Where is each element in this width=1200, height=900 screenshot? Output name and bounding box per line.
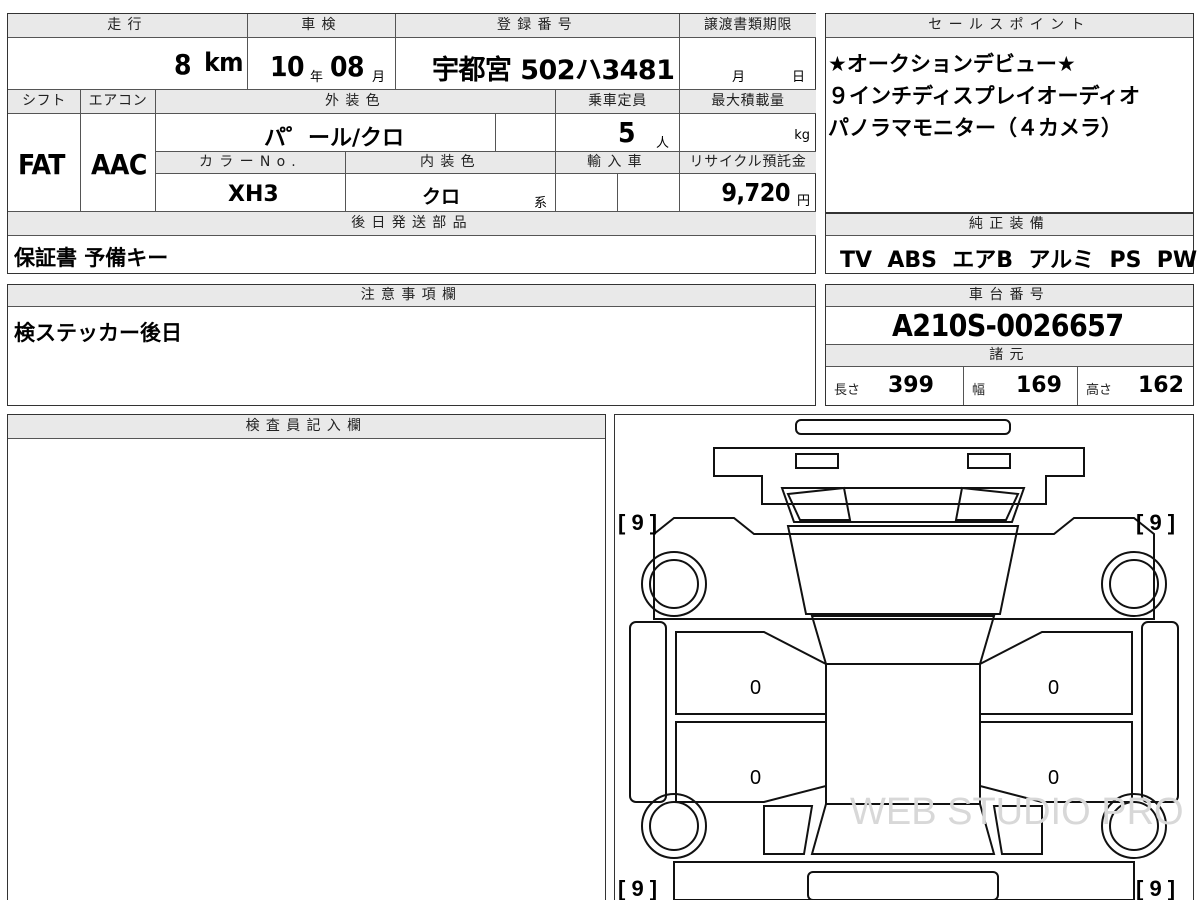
capacity-header: 乗車定員 (556, 90, 680, 114)
transfer-month-unit: 月 (732, 70, 746, 85)
equipment-box: 純正装備 TV ABS エアB アルミ PS PW (825, 213, 1198, 274)
recycle-value: 9,720 (721, 178, 790, 207)
registration-number: 宇都宮 502ハ3481 (432, 55, 675, 86)
import-cell-b (618, 174, 680, 212)
specs-header: 諸元 (826, 345, 1193, 367)
tire-fr-grade: [ 9 ] (1136, 510, 1175, 535)
later-parts-value: 保証書 予備キー (14, 246, 169, 270)
inspection-header: 車検 (248, 14, 396, 38)
interior-color-value: クロ (422, 186, 461, 208)
capacity-cell: 5 人 (556, 114, 680, 152)
registration-cell: 宇都宮 502ハ3481 (396, 38, 680, 90)
ac-value: AAC (91, 148, 147, 181)
color-no-cell: XH3 (156, 174, 346, 212)
length-value: 399 (888, 373, 934, 398)
transfer-deadline-cell: 月 日 (680, 38, 816, 90)
ac-header: エアコン (81, 90, 156, 114)
watermark-text: WEB STUDIO PRO (850, 791, 1184, 833)
inspection-year: 10 (270, 50, 304, 83)
height-cell: 高さ 162 (1078, 367, 1193, 405)
capacity-value: 5 (618, 116, 636, 149)
tire-rl-grade: [ 9 ] (618, 876, 657, 900)
import-header: 輸入車 (556, 152, 680, 174)
recycle-header: リサイクル預託金 (680, 152, 816, 174)
exterior-color-extra-cell (496, 114, 556, 152)
shift-value: FAT (18, 148, 65, 181)
interior-color-cell: クロ 系 (346, 174, 556, 212)
inspection-year-unit: 年 (310, 70, 324, 85)
exterior-color-header: 外装色 (156, 90, 556, 114)
exterior-color-cell: パ゜ール/クロ (156, 114, 496, 152)
exterior-color-value: パ゜ール/クロ (264, 126, 405, 151)
width-label: 幅 (972, 383, 986, 398)
door-fl-value: 0 (750, 677, 761, 699)
inspector-box: 検査員記入欄 (7, 414, 606, 900)
door-fr-value: 0 (1048, 677, 1059, 699)
mileage-value: 8 (174, 48, 192, 81)
mileage-header: 走行 (8, 14, 248, 38)
notes-text: 検ステッカー後日 (14, 321, 182, 345)
length-cell: 長さ 399 (826, 367, 964, 405)
later-parts-header: 後日発送部品 (8, 212, 816, 236)
width-cell: 幅 169 (964, 367, 1078, 405)
transfer-deadline-header: 譲渡書類期限 (680, 14, 816, 38)
recycle-unit: 円 (796, 194, 810, 209)
mileage-unit: km (204, 48, 243, 78)
import-cell-a (556, 174, 618, 212)
recycle-cell: 9,720 円 (680, 174, 816, 212)
tire-rr-grade: [ 9 ] (1136, 876, 1175, 900)
shift-cell: FAT (8, 114, 81, 212)
transfer-day-unit: 日 (792, 70, 806, 85)
notes-header: 注意事項欄 (8, 285, 815, 307)
chassis-box: 車台番号 A210S-0026657 諸元 長さ 399 幅 169 高さ 16… (825, 284, 1194, 406)
interior-color-header: 内装色 (346, 152, 556, 174)
car-diagram: WEB STUDIO PRO [ 9 ] [ 9 ] [ 9 ] [ 9 ] 0… (618, 419, 1184, 900)
max-load-cell: kg (680, 114, 816, 152)
chassis-header: 車台番号 (826, 285, 1193, 307)
registration-header: 登録番号 (396, 14, 680, 38)
door-rr-value: 0 (1048, 767, 1059, 789)
height-label: 高さ (1086, 383, 1113, 398)
inspection-month: 08 (330, 50, 364, 83)
chassis-number: A210S-0026657 (892, 309, 1124, 344)
sales-point-line: ９インチディスプレイオーディオ (828, 84, 1141, 108)
inspection-cell: 10 年 08 月 (248, 38, 396, 90)
color-no-header: カラーNo. (156, 152, 346, 174)
sales-point-header: セールスポイント (826, 14, 1193, 38)
tire-fl-grade: [ 9 ] (618, 510, 657, 535)
later-parts-cell: 保証書 予備キー (8, 236, 816, 274)
color-no-value: XH3 (228, 182, 279, 207)
equipment-header: 純正装備 (826, 214, 1193, 236)
width-value: 169 (1016, 373, 1062, 398)
sales-point-box: セールスポイント ★オークションデビュー★ ９インチディスプレイオーディオ パノ… (825, 13, 1194, 213)
height-value: 162 (1138, 373, 1184, 398)
equipment-items: TV ABS エアB アルミ PS PW (840, 248, 1198, 273)
sales-point-line: パノラマモニター（４カメラ） (828, 116, 1122, 140)
notes-box: 注意事項欄 検ステッカー後日 (7, 284, 816, 406)
max-load-header: 最大積載量 (680, 90, 816, 114)
inspection-month-unit: 月 (372, 70, 386, 85)
vehicle-info-table: 走行 車検 登録番号 譲渡書類期限 8 km 10 年 08 月 宇都宮 502… (7, 13, 816, 274)
load-unit: kg (794, 128, 810, 143)
interior-suffix: 系 (534, 196, 548, 211)
capacity-unit: 人 (656, 136, 670, 151)
door-rl-value: 0 (750, 767, 761, 789)
chassis-cell: A210S-0026657 (826, 307, 1193, 345)
inspector-header: 検査員記入欄 (8, 415, 605, 439)
mileage-cell: 8 km (8, 38, 248, 90)
length-label: 長さ (834, 383, 861, 398)
sales-point-line: ★オークションデビュー★ (828, 52, 1076, 76)
shift-header: シフト (8, 90, 81, 114)
ac-cell: AAC (81, 114, 156, 212)
